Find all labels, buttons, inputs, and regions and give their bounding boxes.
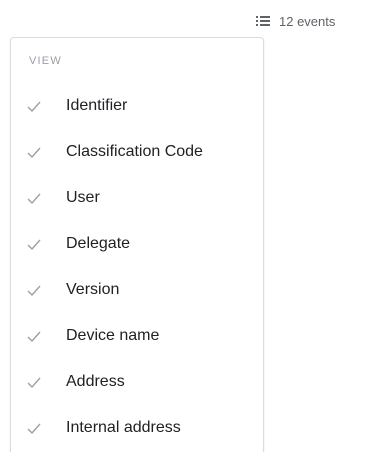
check-icon (26, 237, 42, 251)
view-section-title: VIEW (29, 55, 62, 67)
menu-item-device-name[interactable]: Device name (11, 313, 263, 359)
page-root: 12 events VIEW Identifier Classification… (0, 0, 367, 452)
menu-item-label: Classification Code (66, 143, 203, 160)
menu-item-delegate[interactable]: Delegate (11, 221, 263, 267)
view-menu: VIEW Identifier Classification Code User (10, 37, 264, 452)
list-view-icon[interactable] (256, 15, 270, 27)
menu-item-identifier[interactable]: Identifier (11, 83, 263, 129)
events-count-label: 12 events (279, 13, 336, 29)
check-icon (26, 191, 42, 205)
events-counter[interactable]: 12 events (256, 11, 335, 31)
check-icon (26, 421, 42, 435)
menu-item-classification-code[interactable]: Classification Code (11, 129, 263, 175)
menu-item-label: Identifier (66, 97, 128, 114)
check-icon (26, 99, 42, 113)
menu-item-label: User (66, 189, 100, 206)
menu-item-address[interactable]: Address (11, 359, 263, 405)
check-icon (26, 329, 42, 343)
check-icon (26, 145, 42, 159)
menu-item-label: Device name (66, 327, 160, 344)
view-menu-list: Identifier Classification Code User Dele… (11, 83, 263, 451)
menu-item-label: Internal address (66, 419, 181, 436)
menu-item-label: Delegate (66, 235, 131, 252)
menu-item-internal-address[interactable]: Internal address (11, 405, 263, 451)
menu-item-user[interactable]: User (11, 175, 263, 221)
menu-item-label: Version (66, 281, 120, 298)
check-icon (26, 375, 42, 389)
check-icon (26, 283, 42, 297)
menu-item-label: Address (66, 373, 125, 390)
menu-item-version[interactable]: Version (11, 267, 263, 313)
